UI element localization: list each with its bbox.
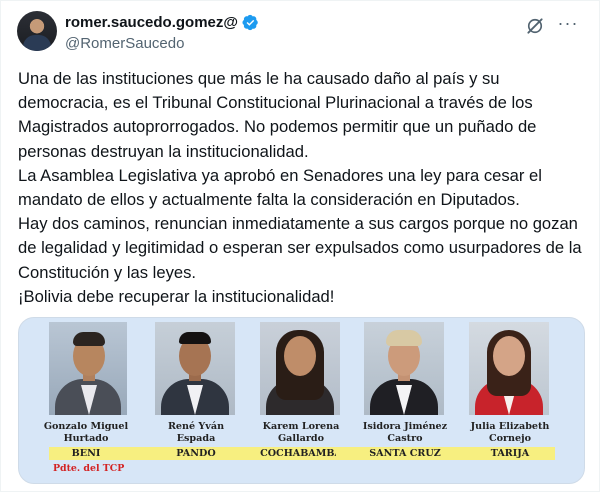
- verified-badge-icon: [242, 14, 258, 31]
- person-name: Julia Elizabeth Cornejo: [455, 421, 565, 446]
- person-name-line2: Espada: [176, 433, 216, 445]
- person-photo: [364, 322, 444, 415]
- person-photo: [260, 322, 340, 415]
- author-avatar[interactable]: [17, 11, 57, 51]
- tweet-header: romer.saucedo.gomez@ @RomerSaucedo ···: [17, 11, 583, 57]
- person-name: Gonzalo Miguel Hurtado: [31, 421, 141, 446]
- author-name-row: romer.saucedo.gomez@: [65, 14, 259, 31]
- person-card: Gonzalo Miguel Hurtado BENI Pdte. del TC…: [25, 318, 149, 483]
- person-photo: [155, 322, 235, 415]
- more-options-icon[interactable]: ···: [557, 14, 579, 36]
- tweet-text: Una de las instituciones que más le ha c…: [18, 67, 588, 309]
- person-name-line2: Gallardo: [277, 433, 325, 445]
- person-name-line1: Gonzalo Miguel: [43, 421, 129, 432]
- author-display-name[interactable]: romer.saucedo.gomez@: [65, 14, 238, 31]
- tweet-media-image[interactable]: Gonzalo Miguel Hurtado BENI Pdte. del TC…: [18, 317, 585, 484]
- person-role-note: Pdte. del TCP: [53, 463, 125, 474]
- person-name: Karem Lorena Gallardo: [246, 421, 356, 446]
- tweet-card: romer.saucedo.gomez@ @RomerSaucedo ··· U…: [0, 0, 600, 492]
- person-name-line2: Cornejo: [488, 433, 532, 445]
- person-name-line2: Hurtado: [63, 433, 109, 445]
- person-department: BENI: [71, 448, 101, 459]
- person-department: TARIJA: [490, 448, 530, 459]
- tweet-paragraph-1: Una de las instituciones que más le ha c…: [18, 69, 537, 161]
- person-photo: [469, 322, 549, 415]
- tweet-paragraph-3: Hay dos caminos, renuncian inmediatament…: [18, 214, 582, 282]
- person-name-line2: Castro: [387, 433, 423, 445]
- magistrates-graphic: Gonzalo Miguel Hurtado BENI Pdte. del TC…: [19, 318, 584, 483]
- person-name: René Yván Espada: [141, 421, 251, 446]
- person-name-line1: Isidora Jiménez: [362, 421, 448, 432]
- person-photo: [49, 322, 127, 415]
- author-handle[interactable]: @RomerSaucedo: [65, 35, 184, 52]
- tweet-paragraph-4: ¡Bolivia debe recuperar la institucional…: [18, 286, 335, 306]
- person-name-line1: René Yván: [167, 421, 225, 432]
- grok-icon[interactable]: [525, 16, 545, 36]
- person-card: Julia Elizabeth Cornejo TARIJA: [441, 318, 565, 483]
- tweet-paragraph-2: La Asamblea Legislativa ya aprobó en Sen…: [18, 165, 542, 210]
- person-name-line1: Karem Lorena: [262, 421, 340, 432]
- person-name: Isidora Jiménez Castro: [350, 421, 460, 446]
- person-name-line1: Julia Elizabeth: [470, 421, 550, 432]
